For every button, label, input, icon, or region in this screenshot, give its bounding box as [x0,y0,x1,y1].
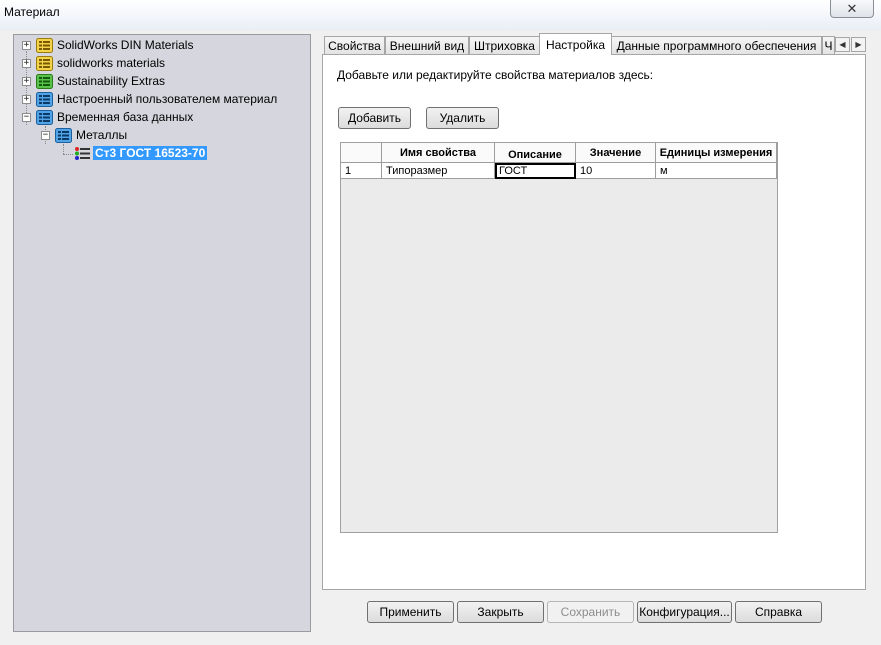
tab-scroll-left-button[interactable]: ◀ [835,37,850,52]
tab-appearance[interactable]: Внешний вид [385,36,469,54]
save-button[interactable]: Сохранить [547,601,634,623]
tree-item-solidworks-materials[interactable]: solidworks materials [57,56,165,70]
database-icon [36,74,53,89]
grid-header-description[interactable]: Описание [495,143,576,163]
expand-icon[interactable]: + [22,59,31,68]
grid-cell-description[interactable]: ГОСТ [495,163,576,179]
arrow-left-icon: ◀ [839,40,846,49]
close-dialog-button[interactable]: Закрыть [457,601,544,623]
collapse-icon[interactable]: − [41,131,50,140]
help-button[interactable]: Справка [735,601,822,623]
tab-more[interactable]: Ч [822,36,835,54]
window-title: Материал [4,5,60,19]
grid-header-value[interactable]: Значение [576,143,656,163]
tree-item-temp-database[interactable]: Временная база данных [57,110,193,124]
grid-header-name[interactable]: Имя свойства [382,143,495,163]
properties-grid[interactable]: Имя свойства Описание Значение Единицы и… [340,142,778,533]
database-icon [36,38,53,53]
expand-icon[interactable]: + [22,77,31,86]
close-icon: ✕ [846,0,858,16]
grid-header-number [341,143,382,163]
expand-icon[interactable]: + [22,95,31,104]
collapse-icon[interactable]: − [22,113,31,122]
tree-item-st3-gost[interactable]: Ст3 ГОСТ 16523-70 [93,146,208,160]
tab-hatch[interactable]: Штриховка [469,36,540,54]
arrow-right-icon: ▶ [855,40,862,49]
instruction-text: Добавьте или редактируйте свойства матер… [337,68,654,82]
tree-item-sustainability-extras[interactable]: Sustainability Extras [57,74,165,88]
folder-icon [55,128,72,143]
database-icon [36,92,53,107]
tree-item-metals[interactable]: Металлы [76,128,127,142]
delete-button[interactable]: Удалить [426,107,499,129]
expand-icon[interactable]: + [22,41,31,50]
database-icon [36,110,53,125]
database-icon [36,56,53,71]
tab-custom[interactable]: Настройка [539,33,612,55]
tree-connector [63,154,73,155]
tree-item-solidworks-din[interactable]: SolidWorks DIN Materials [57,38,193,52]
grid-cell-name[interactable]: Типоразмер [382,163,495,179]
configuration-button[interactable]: Конфигурация... [637,601,732,623]
grid-row-number[interactable]: 1 [341,163,382,179]
grid-header-units[interactable]: Единицы измерения [656,143,777,163]
tab-properties[interactable]: Свойства [324,36,385,54]
tab-application-data[interactable]: Данные программного обеспечения [611,36,822,54]
grid-cell-units[interactable]: м [656,163,777,179]
apply-button[interactable]: Применить [367,601,454,623]
tree-item-custom-material[interactable]: Настроенный пользователем материал [57,92,277,106]
grid-cell-value[interactable]: 10 [576,163,656,179]
material-tree[interactable]: + SolidWorks DIN Materials + solidworks … [13,34,311,632]
tree-connector [63,144,64,154]
add-button[interactable]: Добавить [338,107,411,129]
tab-scroll-right-button[interactable]: ▶ [851,37,866,52]
custom-properties-panel: Добавьте или редактируйте свойства матер… [322,54,866,590]
material-icon [75,147,90,160]
close-button[interactable]: ✕ [830,0,874,18]
title-bar: Материал ✕ [0,0,881,30]
